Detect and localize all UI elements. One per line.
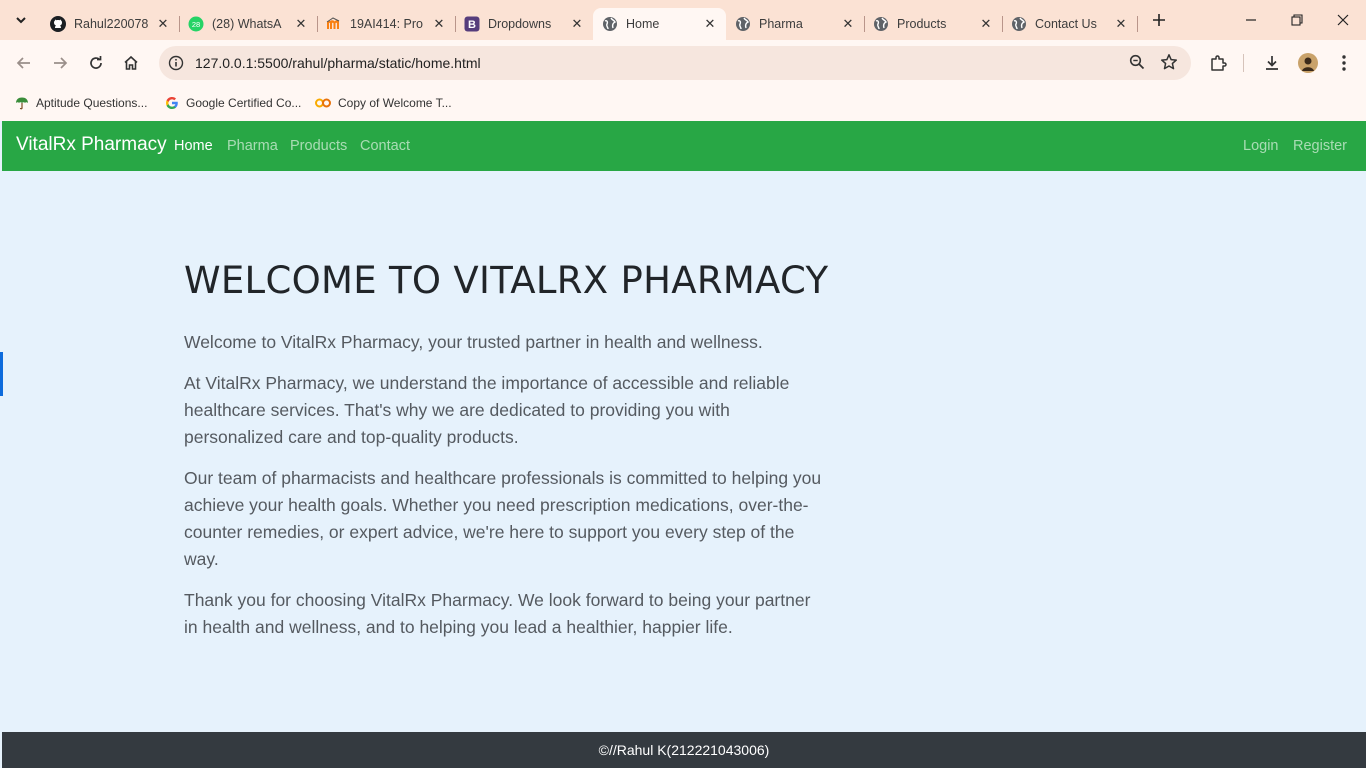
globe-icon xyxy=(735,16,751,32)
left-edge-marker xyxy=(0,352,3,396)
minimize-button[interactable] xyxy=(1228,0,1274,40)
site-brand[interactable]: VitalRx Pharmacy xyxy=(16,134,167,156)
nav-login-link[interactable]: Login xyxy=(1243,138,1278,154)
url-text[interactable]: 127.0.0.1:5500/rahul/pharma/static/home.… xyxy=(195,55,481,71)
site-footer: ©//Rahul K(212221043006) xyxy=(2,732,1366,768)
github-icon xyxy=(50,16,66,32)
whatsapp-badge: 28 xyxy=(192,20,200,29)
extensions-button[interactable] xyxy=(1207,52,1229,74)
forward-button[interactable] xyxy=(46,49,74,77)
close-icon[interactable]: ✕ xyxy=(1113,16,1129,32)
site-info-icon[interactable] xyxy=(166,53,186,73)
tab-title: Home xyxy=(626,17,660,31)
home-icon xyxy=(124,55,138,70)
arrow-left-icon xyxy=(16,57,30,69)
more-vertical-icon xyxy=(1342,55,1346,71)
tab-pharma[interactable]: Pharma ✕ xyxy=(726,8,865,40)
tab-contact[interactable]: Contact Us ✕ xyxy=(1002,8,1138,40)
bookmark-google[interactable]: Google Certified Co... xyxy=(165,93,301,113)
about-paragraph: At VitalRx Pharmacy, we understand the i… xyxy=(184,373,790,447)
thanks-paragraph: Thank you for choosing VitalRx Pharmacy.… xyxy=(184,590,811,637)
new-tab-button[interactable] xyxy=(1145,6,1173,34)
team-paragraph: Our team of pharmacists and healthcare p… xyxy=(184,468,822,569)
profile-button[interactable] xyxy=(1297,52,1319,74)
plus-icon xyxy=(1153,14,1165,26)
site-navbar: VitalRx Pharmacy Home Pharma Products Co… xyxy=(2,121,1366,171)
close-window-button[interactable] xyxy=(1320,0,1366,40)
tab-moodle[interactable]: 19AI414: Pro ✕ xyxy=(317,8,456,40)
nav-contact-link[interactable]: Contact xyxy=(360,138,410,154)
bookmark-label: Copy of Welcome T... xyxy=(338,96,452,110)
page-title: WELCOME TO VITALRX PHARMACY xyxy=(184,259,829,302)
tab-title: Dropdowns xyxy=(488,17,552,31)
menu-button[interactable] xyxy=(1333,52,1355,74)
bookmark-label: Aptitude Questions... xyxy=(36,96,148,110)
nav-home-link[interactable]: Home xyxy=(174,138,213,154)
close-icon[interactable]: ✕ xyxy=(569,16,585,32)
reload-icon xyxy=(90,56,102,69)
browser-toolbar: 127.0.0.1:5500/rahul/pharma/static/home.… xyxy=(0,40,1366,86)
close-icon[interactable]: ✕ xyxy=(702,16,718,32)
globe-icon xyxy=(1011,16,1027,32)
minimize-icon xyxy=(1246,19,1256,21)
close-icon[interactable]: ✕ xyxy=(293,16,309,32)
back-button[interactable] xyxy=(10,49,38,77)
tab-search-button[interactable] xyxy=(9,8,33,32)
nav-products-link[interactable]: Products xyxy=(290,138,347,154)
arrow-right-icon xyxy=(54,57,68,69)
intro-paragraph: Welcome to VitalRx Pharmacy, your truste… xyxy=(184,332,763,352)
tab-dropdowns[interactable]: B Dropdowns ✕ xyxy=(455,8,594,40)
nav-register-link[interactable]: Register xyxy=(1293,138,1347,154)
restore-icon xyxy=(1291,14,1303,26)
close-icon xyxy=(1337,14,1349,26)
google-icon xyxy=(165,96,179,110)
close-icon[interactable]: ✕ xyxy=(840,16,856,32)
svg-text:B: B xyxy=(468,19,476,31)
globe-icon xyxy=(602,16,618,32)
close-icon[interactable]: ✕ xyxy=(431,16,447,32)
tab-title: Pharma xyxy=(759,17,803,31)
bookmarks-bar: Aptitude Questions... Google Certified C… xyxy=(0,86,1366,121)
reload-button[interactable] xyxy=(82,49,110,77)
tab-github[interactable]: Rahul220078 ✕ xyxy=(41,8,180,40)
toolbar-divider xyxy=(1243,54,1244,72)
whatsapp-icon: 28 xyxy=(188,16,204,32)
main-content: WELCOME TO VITALRX PHARMACY Welcome to V… xyxy=(184,255,829,641)
zoom-icon[interactable] xyxy=(1129,54,1145,75)
address-bar[interactable]: 127.0.0.1:5500/rahul/pharma/static/home.… xyxy=(159,46,1191,80)
tab-home[interactable]: Home ✕ xyxy=(593,8,726,40)
bootstrap-icon: B xyxy=(464,16,480,32)
tab-title: Rahul220078 xyxy=(74,17,149,31)
bookmark-colab[interactable]: Copy of Welcome T... xyxy=(315,93,452,113)
close-icon[interactable]: ✕ xyxy=(155,16,171,32)
avatar xyxy=(1298,53,1318,73)
tab-title: (28) WhatsA xyxy=(212,17,282,31)
globe-icon xyxy=(873,16,889,32)
puzzle-icon xyxy=(1211,55,1227,71)
restore-button[interactable] xyxy=(1274,0,1320,40)
tab-products[interactable]: Products ✕ xyxy=(864,8,1003,40)
downloads-button[interactable] xyxy=(1261,52,1283,74)
bookmark-star-icon[interactable] xyxy=(1160,53,1178,76)
moodle-icon xyxy=(326,16,342,32)
umbrella-icon xyxy=(15,96,29,110)
browser-tab-strip: Rahul220078 ✕ 28 (28) WhatsA ✕ 19AI414: … xyxy=(0,0,1366,40)
tab-whatsapp[interactable]: 28 (28) WhatsA ✕ xyxy=(179,8,318,40)
close-icon[interactable]: ✕ xyxy=(978,16,994,32)
nav-pharma-link[interactable]: Pharma xyxy=(227,138,278,154)
tab-title: 19AI414: Pro xyxy=(350,17,423,31)
tab-title: Contact Us xyxy=(1035,17,1097,31)
download-icon xyxy=(1266,56,1278,70)
tab-separator xyxy=(1137,16,1138,32)
bookmark-label: Google Certified Co... xyxy=(186,96,302,110)
tab-title: Products xyxy=(897,17,947,31)
home-button[interactable] xyxy=(117,49,145,77)
chevron-down-icon xyxy=(16,17,26,24)
colab-icon xyxy=(315,96,331,110)
bookmark-aptitude[interactable]: Aptitude Questions... xyxy=(15,93,147,113)
